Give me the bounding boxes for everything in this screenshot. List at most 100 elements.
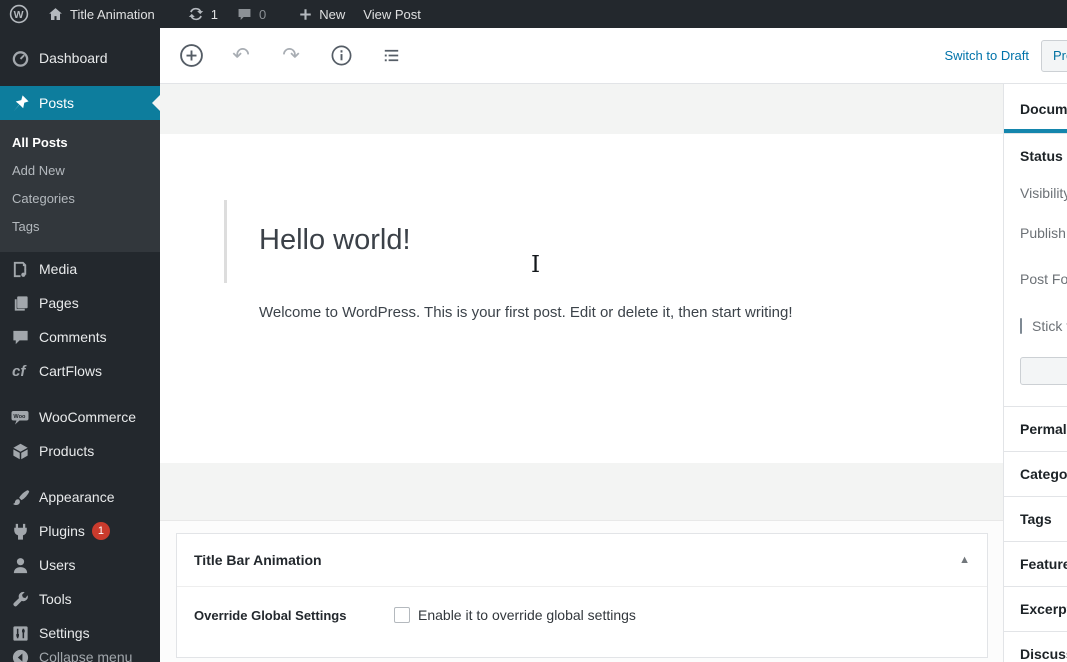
sidebar-item-plugins[interactable]: Plugins 1 [0,514,160,548]
override-checkbox-label[interactable]: Enable it to override global settings [418,607,636,623]
panel-categories[interactable]: Categories [1004,452,1067,497]
panel-permalink[interactable]: Permalink [1004,407,1067,452]
panel-title: Excerpt [1020,601,1067,617]
comments-icon [10,327,30,347]
post-format-label: Post Format [1020,271,1067,287]
metabox-collapse-icon[interactable]: ▲ [959,554,970,566]
svg-text:W: W [14,9,24,21]
updates-link[interactable]: 1 [178,0,227,28]
comments-link[interactable]: 0 [227,0,275,28]
sidebar-item-label: CartFlows [39,363,103,379]
block-inserter-button[interactable] [173,38,209,74]
site-name-link[interactable]: Title Animation [38,0,164,28]
panel-title: Permalink [1020,421,1067,437]
submenu-item-tags[interactable]: Tags [0,212,160,240]
svg-text:cf: cf [12,363,27,380]
posts-submenu: All Posts Add New Categories Tags [0,120,160,252]
collapse-menu-button[interactable]: Collapse menu [0,640,160,662]
sidebar-item-label: Comments [39,329,107,345]
preview-button[interactable]: Preview [1041,39,1067,72]
sidebar-item-comments[interactable]: Comments [0,320,160,354]
submenu-item-all-posts[interactable]: All Posts [0,128,160,156]
content-structure-button[interactable] [323,38,359,74]
sidebar-item-label: Dashboard [39,50,108,66]
post-title[interactable]: Hello world! [259,224,411,257]
post-canvas[interactable]: Hello world! Welcome to WordPress. This … [160,134,1003,463]
sidebar-item-pages[interactable]: Pages [0,286,160,320]
text-cursor: I [531,252,541,278]
editor-toolbar: ↶ ↷ Switch to Draft Preview [160,28,1067,84]
metabox-header[interactable]: Title Bar Animation ▲ [177,534,987,586]
user-icon [10,555,30,575]
panel-title: Categories [1020,466,1067,482]
pushpin-icon [10,93,30,113]
title-block-rail [224,200,227,283]
switch-to-draft-link[interactable]: Switch to Draft [944,48,1029,63]
sidebar-item-appearance[interactable]: Appearance [0,480,160,514]
plugins-update-badge: 1 [91,522,110,540]
updates-icon [188,7,203,21]
sidebar-tabs: Document [1004,84,1067,134]
sidebar-item-users[interactable]: Users [0,548,160,582]
sticky-checkbox[interactable] [1020,318,1022,334]
info-icon [331,45,351,66]
sidebar-item-label: Media [39,261,78,277]
sidebar-item-cartflows[interactable]: cf CartFlows [0,354,160,388]
editor-content-region: Hello world! Welcome to WordPress. This … [160,84,1003,662]
submenu-label: Add New [12,162,65,178]
sidebar-item-media[interactable]: Media [0,252,160,286]
submenu-label: All Posts [12,134,68,150]
media-icon [10,259,30,279]
sidebar-item-products[interactable]: Products [0,434,160,468]
status-visibility-panel: Status & visibility Visibility Publish P… [1004,134,1067,407]
collapse-menu-label: Collapse menu [39,649,133,662]
plus-icon [300,8,311,20]
panel-featured-image[interactable]: Featured image [1004,542,1067,587]
new-content-link[interactable]: New [289,0,354,28]
post-paragraph[interactable]: Welcome to WordPress. This is your first… [259,304,793,321]
plugin-icon [10,521,30,541]
site-name-label: Title Animation [70,6,155,22]
sidebar-item-label: Posts [39,95,75,111]
svg-text:Woo: Woo [13,414,26,420]
sticky-checkbox-label[interactable]: Stick to the top of the blog [1032,318,1067,334]
redo-button[interactable]: ↷ [273,38,309,74]
panel-discussion[interactable]: Discussion [1004,632,1067,662]
toolbar-left-group: ↶ ↷ [160,38,409,74]
override-checkbox[interactable] [394,607,410,623]
sidebar-item-posts[interactable]: Posts [0,86,160,120]
sidebar-secondary-button[interactable] [1020,357,1067,385]
submenu-label: Tags [12,218,40,234]
woocommerce-icon: Woo [10,407,30,427]
block-navigation-button[interactable] [373,38,409,74]
panel-excerpt[interactable]: Excerpt [1004,587,1067,632]
panel-title: Tags [1020,511,1052,527]
override-settings-label: Override Global Settings [194,608,347,623]
submenu-label: Categories [12,190,75,206]
undo-button[interactable]: ↶ [223,38,259,74]
panel-title: Featured image [1020,556,1067,572]
sidebar-item-dashboard[interactable]: Dashboard [0,41,160,75]
view-post-link[interactable]: View Post [354,0,430,28]
cartflows-icon: cf [10,361,30,381]
sidebar-item-label: Products [39,443,95,459]
sidebar-item-woocommerce[interactable]: Woo WooCommerce [0,400,160,434]
pages-icon [10,293,30,313]
metabox-body: Override Global Settings Enable it to ov… [177,586,987,643]
override-checkbox-row: Enable it to override global settings [394,607,636,623]
sidebar-item-tools[interactable]: Tools [0,582,160,616]
visibility-label: Visibility [1020,185,1067,201]
toolbar-right-group: Switch to Draft Preview [944,39,1067,72]
panel-title: Discussion [1020,646,1067,662]
comments-count: 0 [259,6,267,22]
submenu-item-add-new[interactable]: Add New [0,156,160,184]
paintbrush-icon [10,487,30,507]
tab-document[interactable]: Document [1004,101,1067,117]
products-cube-icon [10,441,30,461]
panel-tags[interactable]: Tags [1004,497,1067,542]
new-label: New [319,6,346,22]
wordpress-logo[interactable]: W [0,0,38,28]
updates-count: 1 [210,6,219,22]
view-post-label: View Post [363,6,421,22]
submenu-item-categories[interactable]: Categories [0,184,160,212]
